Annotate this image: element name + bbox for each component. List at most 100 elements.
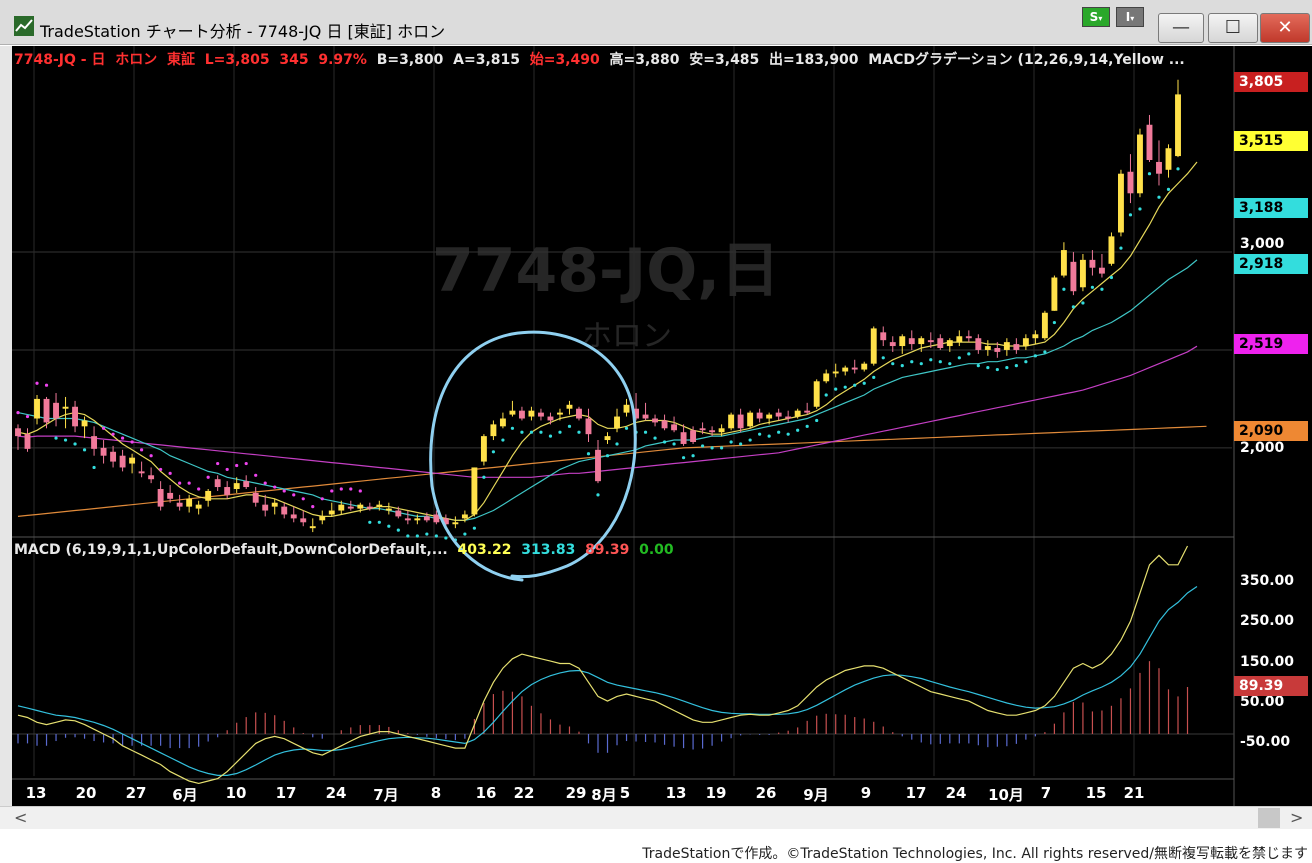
candle-body (908, 338, 915, 345)
sar-dot (957, 356, 961, 360)
candle-body (528, 410, 535, 417)
sar-dot (149, 454, 153, 458)
sar-dot (567, 424, 572, 428)
sar-dot (178, 481, 182, 485)
candle-body (1022, 338, 1029, 347)
scroll-right-arrow-icon[interactable]: > (1290, 808, 1303, 827)
sar-dot (796, 428, 800, 432)
macd-value: 403.22 (457, 542, 512, 558)
price-chart-canvas[interactable]: 7748-JQ,日 ホロン (12, 46, 1312, 806)
sar-dot (434, 534, 438, 538)
sar-dot (929, 358, 933, 362)
candle-body (471, 467, 478, 515)
price-tag-ma-long: 2,090 (1234, 421, 1308, 441)
sar-dot (463, 532, 467, 536)
candle-body (927, 340, 934, 343)
candle-body (319, 516, 326, 521)
candle-body (899, 336, 906, 347)
watermark-symbol: 7748-JQ,日 (432, 236, 780, 306)
candle-body (167, 492, 174, 499)
sar-dot (872, 375, 876, 379)
scroll-thumb[interactable] (1258, 808, 1280, 828)
sar-dot (891, 362, 895, 366)
candle-body (290, 514, 297, 519)
candle-body (994, 348, 1001, 352)
bid-price: B=3,800 (376, 52, 444, 68)
sar-dot (311, 505, 315, 509)
net-change: 345 (279, 52, 309, 68)
sar-dot (967, 352, 971, 356)
sar-dot (406, 534, 410, 538)
sar-dot (758, 432, 762, 436)
candle-body (642, 414, 649, 419)
maximize-button[interactable]: ☐ (1208, 13, 1258, 43)
indicator-i-button[interactable]: I▾ (1116, 7, 1144, 27)
sar-dot (976, 364, 980, 368)
candle-body (414, 518, 421, 521)
sar-dot (1014, 364, 1018, 368)
horizontal-scrollbar[interactable]: < > (0, 806, 1312, 829)
sar-dot (54, 436, 58, 440)
copyright-footer: TradeStationで作成。©TradeStation Technologi… (642, 846, 1308, 862)
date-axis-label: 15 (1085, 784, 1107, 802)
sar-dot (101, 426, 106, 430)
date-axis-label: 17 (275, 784, 297, 802)
candle-body (233, 483, 240, 489)
symbol-info-bar: 7748-JQ - 日 ホロン 東証 L=3,805 345 9.97% B=3… (14, 49, 1185, 69)
price-tag-last: 3,805 (1234, 72, 1308, 92)
chart-area[interactable]: 7748-JQ,日 ホロン (12, 46, 1312, 806)
candle-body (671, 424, 678, 431)
strategy-s-button[interactable]: S▾ (1082, 7, 1110, 27)
candle-body (804, 410, 811, 413)
date-axis-label: 10 (225, 784, 247, 802)
candle-body (252, 492, 259, 503)
close-button[interactable]: ✕ (1260, 13, 1310, 43)
sar-dot (1147, 172, 1152, 176)
sar-dot (862, 381, 866, 385)
sar-dot (986, 365, 990, 370)
sar-dot (25, 414, 30, 419)
candle-body (347, 506, 354, 509)
minimize-button[interactable]: — (1158, 13, 1204, 43)
sar-dot (159, 467, 163, 472)
date-axis-label: 13 (665, 784, 687, 802)
sar-dot (1043, 350, 1047, 354)
sar-dot (1090, 285, 1095, 289)
candle-body (138, 471, 145, 474)
sar-dot (520, 430, 524, 434)
macd-axis-label: -50.00 (1240, 734, 1291, 750)
pct-change: 9.97% (318, 52, 367, 68)
candle-body (129, 457, 136, 464)
candle-body (110, 451, 117, 462)
sar-dot (282, 489, 286, 493)
candle-body (547, 416, 554, 421)
macd-info-bar: MACD (6,19,9,1,1,UpColorDefault,DownColo… (14, 542, 674, 558)
date-axis-label: 20 (75, 784, 97, 802)
exchange-label: 東証 (166, 52, 195, 68)
sar-dot (843, 385, 847, 389)
candle-body (205, 490, 212, 501)
sar-dot (16, 411, 20, 415)
scroll-left-arrow-icon[interactable]: < (14, 808, 27, 827)
candle-body (157, 489, 164, 507)
candle-body (718, 428, 725, 433)
price-tag-sar: 3,188 (1234, 198, 1308, 218)
candle-body (1175, 94, 1181, 157)
sar-dot (643, 430, 648, 434)
date-axis-label: 17 (905, 784, 927, 802)
date-axis-label: 6月 (172, 786, 198, 804)
macd-params: MACD (6,19,9,1,1,UpColorDefault,DownColo… (14, 542, 448, 558)
candle-body (766, 414, 773, 419)
candle-body (100, 447, 107, 456)
candle-body (832, 371, 839, 374)
sar-dot (472, 526, 476, 530)
date-axis-label: 21 (1123, 784, 1145, 802)
candle-body (1118, 173, 1124, 233)
candle-body (709, 430, 716, 433)
sar-dot (805, 424, 809, 428)
sar-dot (396, 528, 400, 532)
sar-dot (187, 481, 191, 485)
candle-body (119, 455, 126, 468)
sar-dot (624, 426, 629, 430)
sar-dot (111, 432, 115, 436)
